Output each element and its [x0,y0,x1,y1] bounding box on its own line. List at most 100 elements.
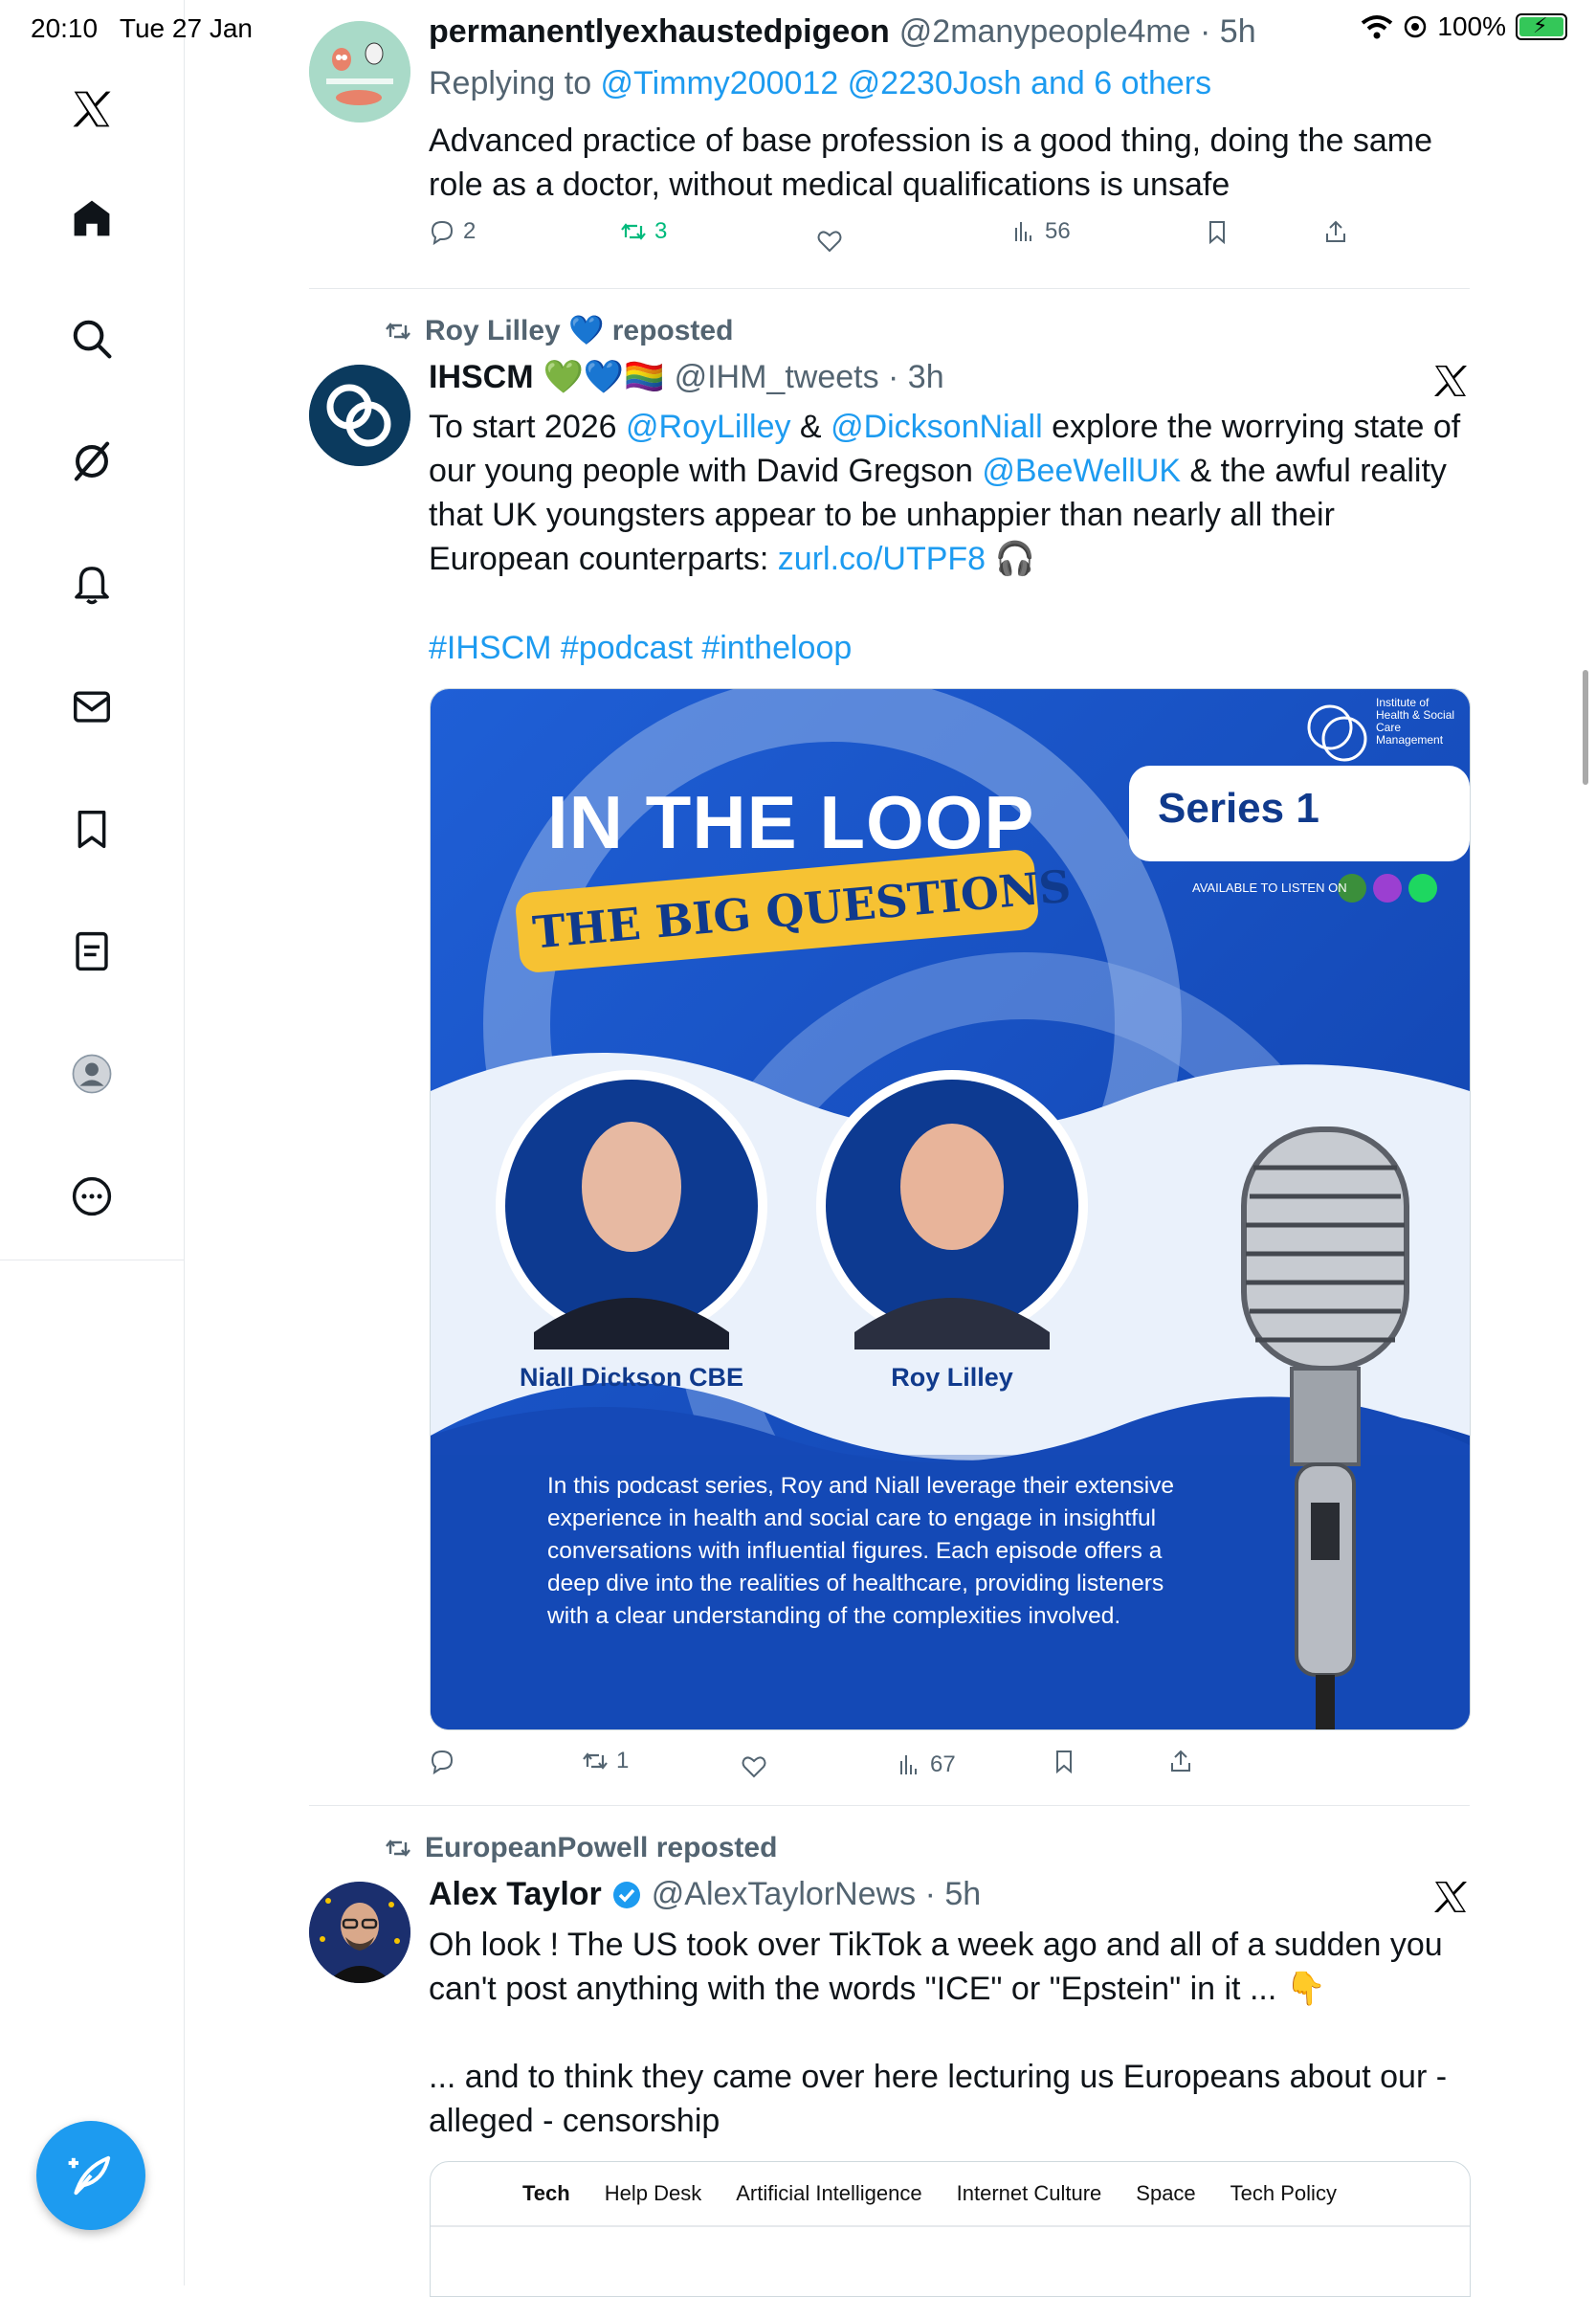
tweet-text: To start 2026 @RoyLilley & @DicksonNiall… [429,405,1472,581]
profile-icon[interactable] [61,1043,122,1104]
grok-icon[interactable] [61,431,122,492]
card-tab-internet-culture[interactable]: Internet Culture [957,2181,1102,2206]
mention-roylilley[interactable]: @RoyLilley [626,409,790,445]
tweet-divider [309,288,1470,289]
repost-icon [621,223,646,240]
repost-icon [386,322,410,340]
hashtags[interactable]: #IHSCM #podcast #intheloop [429,626,1472,670]
tweet-3-header: Alex Taylor @AlexTaylorNews · 5h [429,1876,981,1913]
heart-icon [817,231,842,253]
search-icon[interactable] [61,308,122,369]
x-logo-icon[interactable] [61,78,122,140]
notifications-icon[interactable] [61,553,122,614]
reply-count: 2 [463,218,477,244]
author-emojis: 💚💙🏳️‍🌈 [543,359,665,395]
share-button[interactable] [1322,218,1349,245]
repost-icon [583,1752,608,1770]
card-tab-space[interactable]: Space [1136,2181,1195,2206]
media-person-1: Niall Dickson CBE [519,1363,744,1392]
media-person-2: Roy Lilley [891,1363,1013,1392]
repost-count: 3 [654,218,668,244]
media-available: AVAILABLE TO LISTEN ON [1192,881,1347,895]
blurb-line: with a clear understanding of the comple… [547,1603,1121,1629]
focus-icon [1405,15,1427,38]
views-button[interactable]: 67 [896,1751,956,1778]
heart-icon [742,1756,766,1778]
scrollbar[interactable] [1583,670,1588,785]
podcast-image[interactable]: Institute of Health & Social Care Manage… [430,688,1471,1730]
repost-count: 1 [616,1748,630,1773]
reply-icon [431,1750,454,1774]
share-icon [1171,1750,1190,1772]
text-segment: & [790,409,831,445]
reply-to-link[interactable]: @Timmy200012 @2230Josh and 6 others [601,65,1212,101]
compose-post-button[interactable] [36,2121,145,2230]
media-title: IN THE LOOP [547,780,1035,864]
views-button[interactable]: 56 [1010,218,1071,245]
mention-beewelluk[interactable]: @BeeWellUK [982,453,1181,489]
battery-icon: ⚡ [1516,13,1567,40]
wifi-icon [1362,15,1393,39]
views-icon [1015,222,1031,241]
tweet-divider [309,1805,1470,1806]
repost-icon [386,1840,410,1857]
reply-button[interactable]: 2 [429,218,476,245]
reply-context: Replying to @Timmy200012 @2230Josh and 6… [429,61,1472,105]
author-name[interactable]: IHSCM [429,359,534,396]
tweet-1-actions: 2 3 56 [429,218,1385,256]
author-handle-time[interactable]: @AlexTaylorNews · 5h [652,1876,981,1913]
blurb-line: conversations with influential figures. … [547,1538,1163,1564]
battery-percent: 100% [1437,11,1506,41]
reply-button[interactable] [429,1748,455,1774]
text-segment: To start 2026 [429,409,627,445]
reply-icon [431,220,454,245]
card-tab-tech-policy[interactable]: Tech Policy [1230,2181,1337,2206]
author-handle-time[interactable]: @IHM_tweets · 3h [675,359,944,396]
share-icon [1326,220,1345,242]
reply-prefix: Replying to [429,65,601,101]
status-indicators: 100% ⚡ [1361,11,1567,42]
reposted-by[interactable]: Roy Lilley 💙 reposted [425,314,733,347]
verified-badge-icon [612,1881,640,1908]
repost-button[interactable]: 1 [582,1748,629,1774]
card-tab-tech[interactable]: Tech [522,2181,570,2206]
link-card[interactable]: Tech Help Desk Artificial Intelligence I… [430,2161,1471,2297]
url-link[interactable]: zurl.co/UTPF8 [778,541,986,577]
views-count: 56 [1045,218,1071,244]
card-nav: Tech Help Desk Artificial Intelligence I… [431,2162,1470,2227]
repost-indicator: Roy Lilley 💙 reposted [383,314,733,347]
card-tab-help-desk[interactable]: Help Desk [605,2181,701,2206]
share-button[interactable] [1167,1748,1194,1774]
avatar[interactable] [309,1882,410,1983]
card-tab-ai[interactable]: Artificial Intelligence [736,2181,921,2206]
tweet-text: Oh look ! The US took over TikTok a week… [429,1927,1443,2007]
like-button[interactable] [816,228,843,255]
headphones-emoji: 🎧 [986,541,1035,577]
x-logo-icon [1434,366,1467,396]
avatar[interactable] [309,365,410,466]
repost-button[interactable]: 3 [620,218,667,245]
bookmark-button[interactable] [1204,218,1230,245]
media-blurb: In this podcast series, Roy and Niall le… [547,1470,1332,1633]
messages-icon[interactable] [61,676,122,737]
sidebar-divider [184,1260,185,2286]
blurb-line: experience in health and social care to … [547,1505,1157,1531]
blurb-line: deep dive into the realities of healthca… [547,1571,1164,1596]
tweet-2-header: IHSCM 💚💙🏳️‍🌈 @IHM_tweets · 3h [429,358,944,396]
status-time: 20:10 Tue 27 Jan [31,13,253,43]
tweet-text: Advanced practice of base profession is … [429,123,1433,203]
lists-icon[interactable] [61,921,122,982]
author-name[interactable]: Alex Taylor [429,1876,602,1913]
repost-indicator: EuropeanPowell reposted [383,1832,777,1864]
media-series: Series 1 [1158,785,1319,832]
more-icon[interactable] [61,1166,122,1227]
mention-dicksonniall[interactable]: @DicksonNiall [831,409,1043,445]
bookmark-button[interactable] [1051,1748,1077,1774]
home-icon[interactable] [61,188,122,249]
bookmark-icon [1056,1751,1072,1774]
like-button[interactable] [741,1753,767,1780]
bookmark-icon [1209,221,1225,245]
reposted-by[interactable]: EuropeanPowell reposted [425,1832,777,1864]
bookmarks-icon[interactable] [61,798,122,859]
tweet-2-actions: 1 67 [429,1748,1385,1786]
